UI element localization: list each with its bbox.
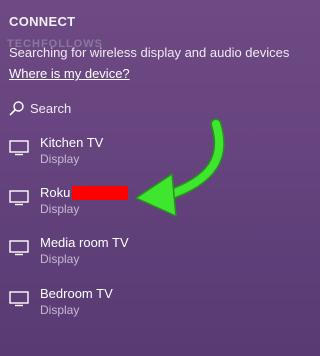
panel-title: CONNECT [9,14,76,29]
device-item-roku[interactable]: Roku Display [0,185,299,231]
device-item-media-room-tv[interactable]: Media room TV Display [0,235,299,281]
tv-icon [9,240,29,256]
device-name: Roku [40,185,71,200]
tv-icon [9,190,29,206]
device-type: Display [40,303,80,317]
device-item-kitchen-tv[interactable]: Kitchen TV Display [0,135,299,181]
search-label: Search [30,100,72,116]
tv-icon [9,140,29,156]
where-is-my-device-link[interactable]: Where is my device? [9,66,130,81]
redaction-box [72,186,128,200]
connect-panel: CONNECT TECHFOLLOWS Searching for wirele… [0,0,299,356]
search-field[interactable]: Search [9,98,289,118]
device-type: Display [40,152,80,166]
device-type: Display [40,202,80,216]
device-name: Kitchen TV [40,135,104,150]
device-name: Bedroom TV [40,286,113,301]
tv-icon [9,291,29,307]
device-item-bedroom-tv[interactable]: Bedroom TV Display [0,286,299,332]
device-name: Media room TV [40,235,129,250]
device-type: Display [40,252,80,266]
search-status-text: Searching for wireless display and audio… [9,45,290,60]
search-icon [9,100,25,116]
